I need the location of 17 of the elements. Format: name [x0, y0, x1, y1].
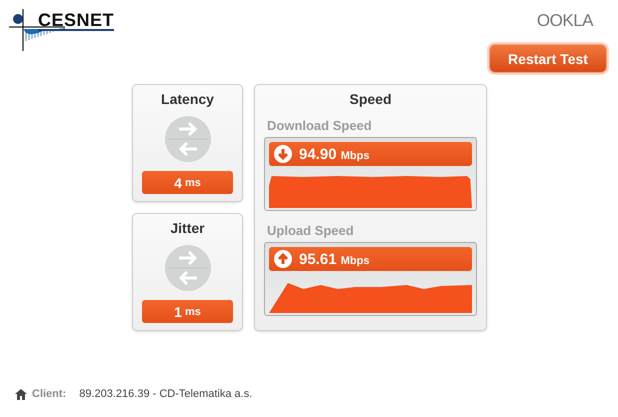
restart-test-button[interactable]: Restart Test: [489, 44, 607, 73]
speed-title: Speed: [348, 91, 392, 107]
speed-label: Upload Speed: [267, 223, 355, 238]
speed-label: Download Speed: [267, 118, 373, 133]
home-icon: [15, 388, 27, 400]
metric-value: 1 ms: [142, 300, 233, 323]
logo-text: CESNET: [38, 11, 114, 31]
client-label: Client:: [32, 388, 66, 400]
metric-title: Jitter: [170, 220, 205, 236]
brand-logo-text: OOKLA: [536, 11, 593, 31]
metric-title: Latency: [161, 91, 214, 107]
speed-value: 94.90 Mbps: [299, 146, 370, 162]
speed-value: 95.61 Mbps: [299, 250, 370, 268]
ping-arrows-icon: [164, 116, 210, 162]
ping-arrows-icon: [164, 245, 210, 291]
client-value: 89.203.216.39 - CD-Telematika a.s.: [79, 388, 252, 400]
metric-value: 4 ms: [142, 171, 233, 194]
